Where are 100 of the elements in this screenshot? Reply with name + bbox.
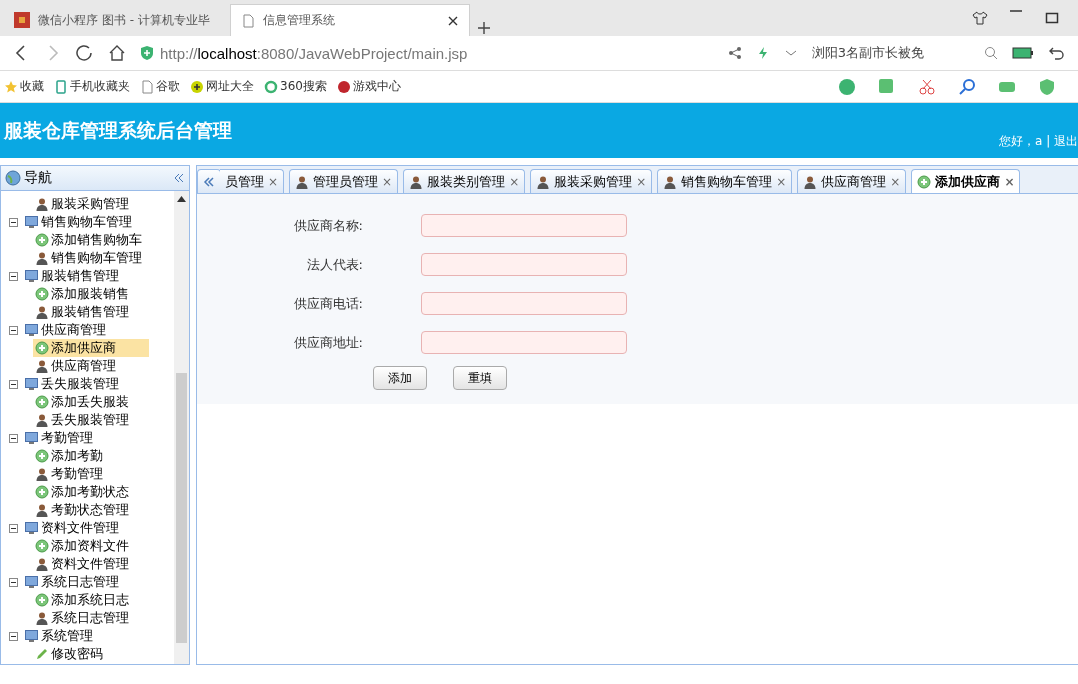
tree-label: 资料文件管理 xyxy=(51,555,129,573)
field-label: 法人代表: xyxy=(305,255,364,274)
tree-item[interactable]: 丢失服装管理 xyxy=(33,411,131,429)
close-icon[interactable]: × xyxy=(776,174,787,189)
bookmark-link[interactable]: 网址大全 xyxy=(190,78,254,95)
tree-folder[interactable]: 资料文件管理 xyxy=(21,519,121,537)
field-label: 供应商地址: xyxy=(292,333,364,352)
tree-item[interactable]: 添加供应商 xyxy=(33,339,149,357)
collapse-icon[interactable] xyxy=(9,271,18,281)
ring-icon xyxy=(264,79,278,94)
tree-item[interactable]: 考勤管理 xyxy=(33,465,105,483)
collapse-icon[interactable] xyxy=(9,379,18,389)
tree-label: 服装采购管理 xyxy=(51,195,129,213)
search-icon xyxy=(984,46,998,60)
tree-item[interactable]: 添加系统日志 xyxy=(33,591,131,609)
tree-item[interactable]: 服装销售管理 xyxy=(33,303,131,321)
plus-icon xyxy=(35,449,49,463)
double-chevron-left-icon xyxy=(203,175,215,188)
bookmark-link[interactable]: 收藏 xyxy=(4,78,44,95)
tree-label: 丢失服装管理 xyxy=(51,411,129,429)
bookmark-link[interactable]: 游戏中心 xyxy=(336,78,401,95)
tree-item[interactable]: 销售购物车管理 xyxy=(33,249,144,267)
tree-folder[interactable]: 系统日志管理 xyxy=(21,573,121,591)
content-tab[interactable]: 销售购物车管理 × xyxy=(657,169,793,193)
magnifier-icon xyxy=(958,77,976,96)
pencil-icon xyxy=(35,647,49,661)
tree-item[interactable]: 服装采购管理 xyxy=(33,195,131,213)
tree-folder[interactable]: 系统管理 xyxy=(21,627,95,645)
close-icon[interactable]: × xyxy=(382,174,393,189)
tree-folder[interactable]: 丢失服装管理 xyxy=(21,375,121,393)
panel-title: 导航 xyxy=(24,169,53,187)
tree-item[interactable]: 添加销售购物车 xyxy=(33,231,144,249)
browser-tab[interactable]: 信息管理系统 xyxy=(230,4,470,36)
tree-label: 服装销售管理 xyxy=(41,267,119,285)
tree-folder[interactable]: 销售购物车管理 xyxy=(21,213,134,231)
tree-item[interactable]: 添加资料文件 xyxy=(33,537,131,555)
tree-label: 考勤管理 xyxy=(51,465,103,483)
content-tab[interactable]: 管理员管理 × xyxy=(289,169,399,193)
tree-item[interactable]: 考勤状态管理 xyxy=(33,501,131,519)
news-headline[interactable]: 浏阳3名副市长被免 xyxy=(811,44,924,62)
tree-label: 添加销售购物车 xyxy=(51,231,142,249)
tree-item[interactable]: 修改密码 xyxy=(33,645,105,663)
monitor-icon xyxy=(23,521,39,535)
monitor-icon xyxy=(23,377,39,391)
collapse-icon[interactable] xyxy=(9,325,18,335)
tree-label: 添加资料文件 xyxy=(51,537,129,555)
text-field[interactable] xyxy=(421,292,627,315)
collapse-icon[interactable] xyxy=(9,631,18,641)
content-tab[interactable]: 员管理 × xyxy=(220,169,285,193)
tree-item[interactable]: 供应商管理 xyxy=(33,357,118,375)
tree-label: 考勤管理 xyxy=(41,429,93,447)
tree-item[interactable]: 添加考勤状态 xyxy=(33,483,131,501)
tree-item[interactable]: 资料文件管理 xyxy=(33,555,131,573)
content-tab[interactable]: 供应商管理 × xyxy=(797,169,907,193)
undo-icon xyxy=(1048,45,1066,61)
bookmark-link[interactable]: 360搜索 xyxy=(264,78,327,95)
scroll-left-button[interactable] xyxy=(197,169,221,193)
tree-label: 销售购物车管理 xyxy=(51,249,142,267)
person-icon xyxy=(35,611,49,625)
field-label: 供应商名称: xyxy=(292,216,364,235)
collapse-icon[interactable] xyxy=(9,217,18,227)
scrollbar[interactable] xyxy=(174,191,189,664)
browser-tab[interactable]: 微信小程序 图书 - 计算机专业毕 xyxy=(4,4,224,36)
tree-item[interactable]: 系统日志管理 xyxy=(33,609,131,627)
collapse-icon[interactable] xyxy=(9,577,18,587)
text-field[interactable] xyxy=(421,253,627,276)
shirt-icon xyxy=(972,10,988,26)
tree-item[interactable]: 添加服装销售 xyxy=(33,285,131,303)
close-icon[interactable]: × xyxy=(890,174,901,189)
content-tab[interactable]: 添加供应商 × xyxy=(911,169,1021,193)
collapse-left-icon xyxy=(173,172,185,184)
tree-item[interactable]: 添加丢失服装 xyxy=(33,393,131,411)
close-icon[interactable]: × xyxy=(1004,175,1015,189)
scroll-up-icon[interactable] xyxy=(177,195,186,203)
close-icon[interactable]: × xyxy=(509,174,520,189)
page-icon xyxy=(241,13,255,28)
tree-folder[interactable]: 供应商管理 xyxy=(21,321,108,339)
bookmark-link[interactable]: 手机收藏夹 xyxy=(54,78,130,95)
collapse-icon[interactable] xyxy=(9,433,18,443)
content-tab[interactable]: 服装采购管理 × xyxy=(530,169,653,193)
content-tab[interactable]: 服装类别管理 × xyxy=(403,169,526,193)
tree-label: 考勤状态管理 xyxy=(51,501,129,519)
address-field[interactable]: http://localhost:8080/JavaWebProject/main.jsp xyxy=(160,44,468,62)
tree-label: 资料文件管理 xyxy=(41,519,119,537)
app-title: 服装仓库管理系统后台管理 xyxy=(4,117,232,143)
close-icon[interactable]: × xyxy=(636,174,647,189)
bookmark-link[interactable]: 谷歌 xyxy=(140,78,180,95)
tree-item[interactable]: 添加考勤 xyxy=(33,447,105,465)
person-icon xyxy=(295,174,310,189)
collapse-icon[interactable] xyxy=(9,523,18,533)
tree-folder[interactable]: 考勤管理 xyxy=(21,429,95,447)
text-field[interactable] xyxy=(421,331,627,354)
tree-label: 添加考勤状态 xyxy=(51,483,129,501)
close-icon[interactable]: × xyxy=(268,174,279,189)
plus-icon xyxy=(917,175,932,189)
add-button[interactable]: 添加 xyxy=(373,366,427,390)
text-field[interactable] xyxy=(421,214,627,237)
tree-folder[interactable]: 服装销售管理 xyxy=(21,267,121,285)
tree-label: 销售购物车管理 xyxy=(41,213,132,231)
reset-button[interactable]: 重填 xyxy=(453,366,507,390)
